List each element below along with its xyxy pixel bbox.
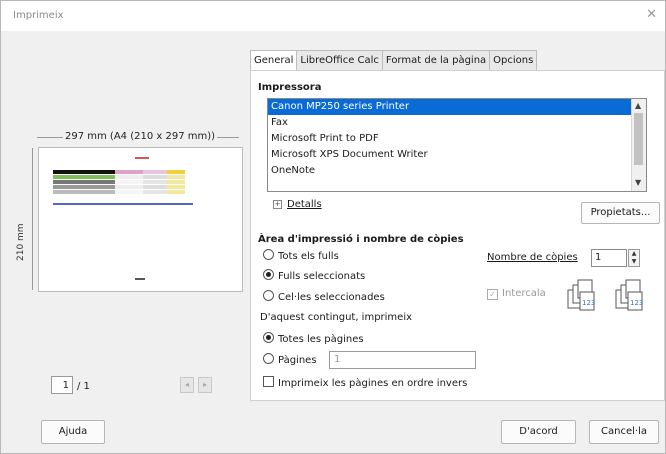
chevron-up-icon[interactable]: ▲: [635, 101, 641, 110]
content-section-title: D'aquest contingut, imprimeix: [260, 312, 413, 323]
preview-link-line: [53, 203, 193, 205]
expand-plus-icon[interactable]: +: [273, 199, 282, 209]
radio-button[interactable]: [263, 269, 274, 280]
radio-all-pages[interactable]: Totes les pàgines: [263, 332, 364, 346]
window-title: Imprimeix: [13, 10, 64, 21]
ok-button[interactable]: D'acord: [501, 420, 576, 444]
properties-button[interactable]: Propietats...: [581, 202, 660, 224]
printer-item[interactable]: Microsoft XPS Document Writer: [268, 147, 646, 163]
radio-label: Pàgines: [278, 355, 317, 366]
tab-bar: General LibreOffice Calc Format de la pà…: [250, 50, 538, 71]
checkbox[interactable]: [263, 376, 274, 387]
radio-label: Totes les pàgines: [278, 334, 364, 345]
copies-input[interactable]: 1: [591, 249, 627, 267]
page-preview: [38, 147, 243, 292]
stepper-up-icon[interactable]: ▲: [629, 250, 639, 258]
scrollbar-thumb[interactable]: [634, 113, 643, 165]
reverse-order-label: Imprimeix les pàgines en ordre invers: [278, 378, 468, 389]
previous-page-button[interactable]: ◂: [180, 377, 194, 393]
pages-range-input[interactable]: 1: [329, 351, 476, 369]
general-tab-panel: Impressora Canon MP250 series Printer Fa…: [250, 70, 665, 401]
paper-height-label: 210 mm: [16, 221, 26, 263]
tab-libreoffice-calc[interactable]: LibreOffice Calc: [296, 50, 383, 70]
printer-list-scrollbar[interactable]: ▲ ▼: [631, 99, 646, 191]
stepper-down-icon[interactable]: ▼: [629, 258, 639, 266]
radio-pages[interactable]: Pàgines: [263, 353, 317, 367]
chevron-down-icon[interactable]: ▼: [635, 178, 641, 187]
details-expander[interactable]: + Detalls: [273, 199, 322, 210]
radio-label: Fulls seleccionats: [278, 271, 366, 282]
paper-size-label: 297 mm (A4 (210 x 297 mm)): [65, 131, 216, 142]
preview-footer-mark: [135, 278, 145, 280]
collate-pages-icon: 123: [615, 279, 643, 311]
tab-options[interactable]: Opcions: [489, 50, 538, 70]
checkbox[interactable]: ✓: [487, 289, 498, 300]
radio-label: Cel·les seleccionades: [278, 292, 385, 303]
printer-item[interactable]: OneNote: [268, 163, 646, 179]
printer-section-title: Impressora: [258, 82, 322, 93]
reverse-order-checkbox[interactable]: Imprimeix les pàgines en ordre invers: [263, 376, 467, 390]
printer-list[interactable]: Canon MP250 series Printer Fax Microsoft…: [267, 98, 647, 192]
preview-table-thumbnail: [53, 170, 185, 196]
radio-selected-sheets[interactable]: Fulls seleccionats: [263, 269, 365, 283]
page-number-input[interactable]: 1: [51, 376, 73, 394]
radio-all-sheets[interactable]: Tots els fulls: [263, 249, 339, 263]
help-button[interactable]: Ajuda: [41, 420, 105, 444]
radio-button[interactable]: [263, 290, 274, 301]
copies-stepper[interactable]: ▲ ▼: [628, 249, 640, 267]
close-icon[interactable]: ✕: [646, 7, 657, 22]
collate-pages-icon: 123: [567, 279, 595, 311]
svg-text:123: 123: [582, 299, 595, 307]
collate-checkbox[interactable]: ✓ Intercala: [487, 287, 546, 301]
radio-selected-cells[interactable]: Cel·les seleccionades: [263, 290, 385, 304]
height-dimension-line: [32, 148, 33, 290]
next-page-button[interactable]: ▸: [198, 377, 212, 393]
tab-general[interactable]: General: [250, 50, 298, 71]
radio-button[interactable]: [263, 249, 274, 260]
collate-label: Intercala: [502, 288, 546, 299]
title-bar: Imprimeix ✕: [1, 1, 665, 31]
printer-item[interactable]: Canon MP250 series Printer: [268, 99, 646, 115]
svg-text:123: 123: [630, 299, 643, 307]
print-area-section-title: Àrea d'impressió i nombre de còpies: [258, 234, 464, 245]
print-dialog: Imprimeix ✕ 297 mm (A4 (210 x 297 mm)) 2…: [0, 0, 666, 454]
preview-title-mark: [135, 157, 149, 159]
printer-item[interactable]: Fax: [268, 115, 646, 131]
radio-button[interactable]: [263, 332, 274, 343]
details-label: Detalls: [287, 199, 322, 210]
tab-page-format[interactable]: Format de la pàgina: [381, 50, 491, 70]
radio-button[interactable]: [263, 353, 274, 364]
page-total-label: / 1: [77, 381, 90, 392]
printer-item[interactable]: Microsoft Print to PDF: [268, 131, 646, 147]
copies-label: Nombre de còpies: [487, 252, 578, 263]
radio-label: Tots els fulls: [278, 251, 339, 262]
cancel-button[interactable]: Cancel·la: [589, 420, 659, 444]
